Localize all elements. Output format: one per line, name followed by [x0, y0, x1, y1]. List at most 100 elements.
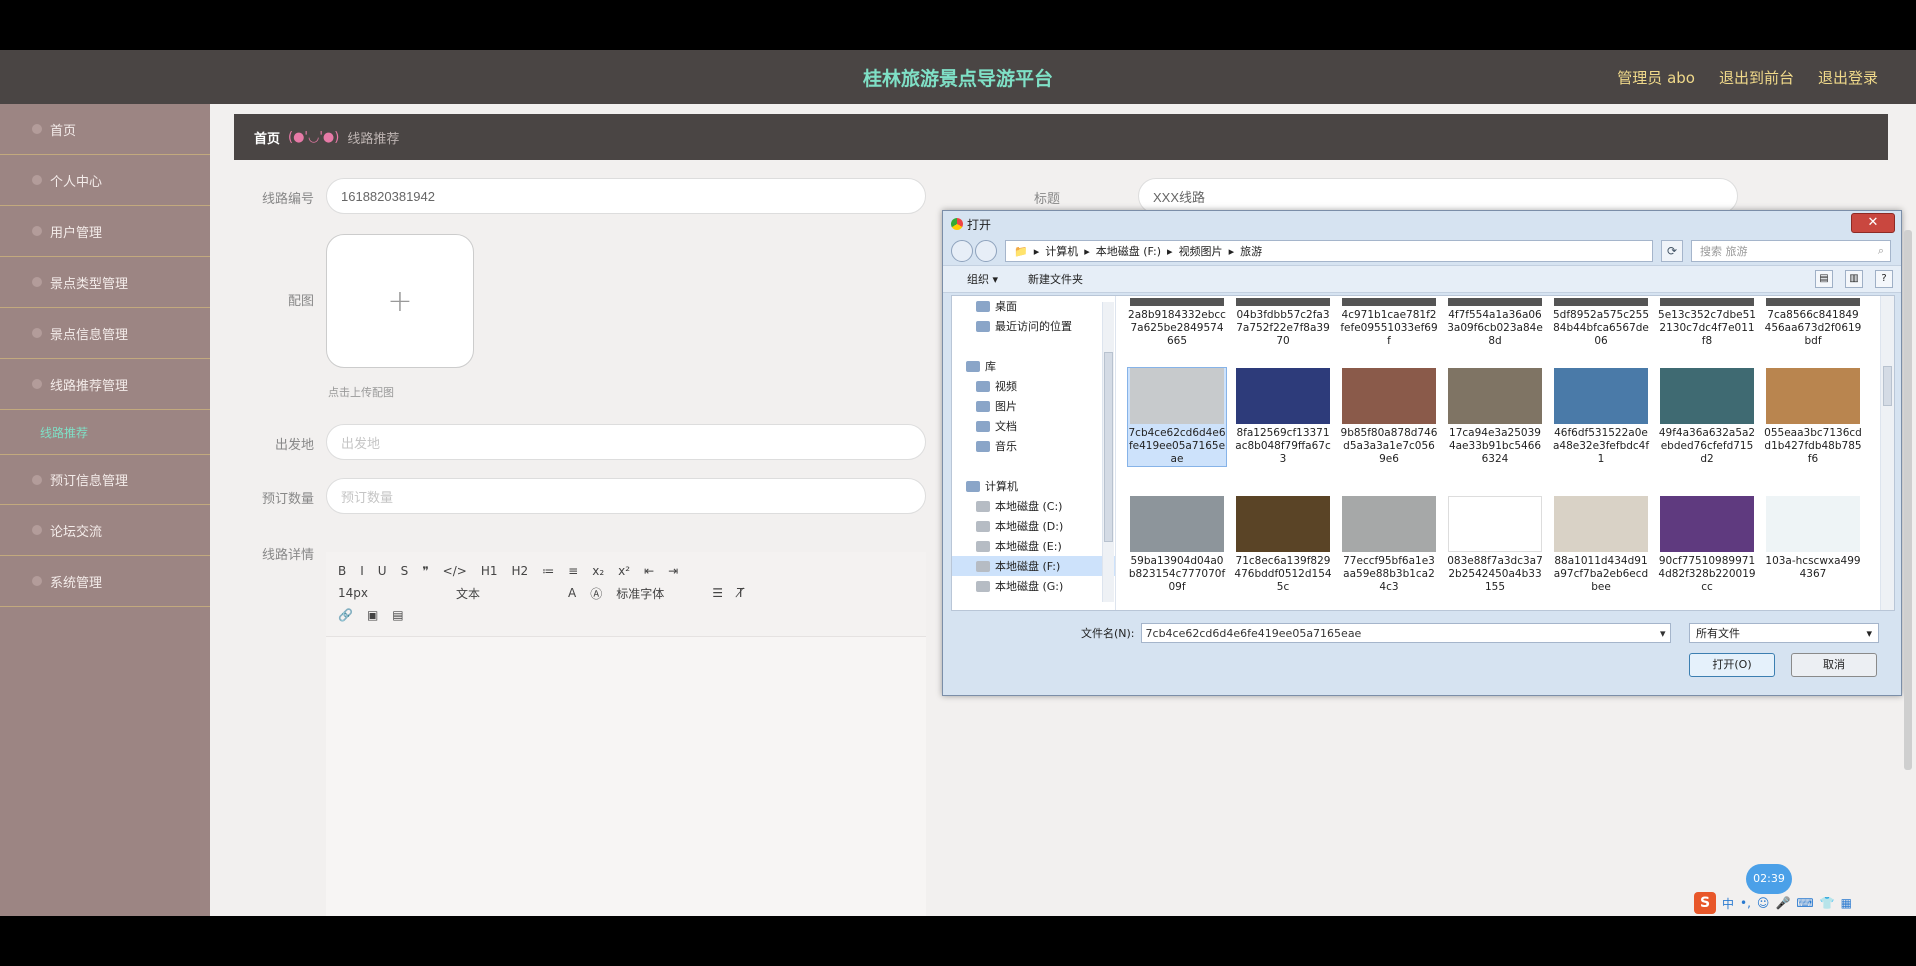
open-button[interactable]: 打开(O) [1689, 653, 1775, 677]
editor-tool-icon[interactable]: ⇤ [644, 564, 654, 578]
sidebar-item-profile[interactable]: 个人中心 [0, 155, 210, 206]
chevron-down-icon[interactable]: ▾ [1660, 627, 1666, 640]
punctuation-icon[interactable]: •, [1740, 896, 1751, 910]
path-segment[interactable]: 视频图片 [1179, 243, 1223, 259]
file-thumbnail[interactable]: 46f6df531522a0ea48e32e3fefbdc4f1 [1552, 368, 1650, 466]
file-thumbnail[interactable]: 7cb4ce62cd6d4e6fe419ee05a7165eae [1127, 367, 1227, 467]
tree-scrollbar[interactable] [1102, 302, 1114, 602]
file-thumbnail[interactable]: 8fa12569cf13371ac8b048f79ffa67c3 [1234, 368, 1332, 466]
sidebar-item-spot-types[interactable]: 景点类型管理 [0, 257, 210, 308]
file-thumbnail[interactable]: 9b85f80a878d746d5a3a3a1e7c0569e6 [1340, 368, 1438, 466]
editor-tool-icon[interactable]: H1 [481, 564, 498, 578]
preview-pane-icon[interactable]: ▥ [1845, 270, 1863, 288]
file-thumbnail[interactable]: 4c971b1cae781f2fefe09551033ef69f [1340, 298, 1438, 348]
sogou-logo-icon[interactable]: S [1694, 892, 1716, 914]
text-color-icon[interactable]: A [568, 586, 576, 600]
view-mode-icon[interactable]: ▤ [1815, 270, 1833, 288]
file-thumbnail[interactable]: 103a-hcscwxa4994367 [1764, 496, 1862, 581]
files-scrollbar[interactable] [1880, 296, 1894, 610]
path-arrow-icon[interactable]: ▸ [1229, 245, 1235, 258]
path-segment[interactable]: 本地磁盘 (F:) [1096, 243, 1161, 259]
tree-item[interactable]: 库 [952, 356, 1115, 376]
tree-item[interactable]: 本地磁盘 (G:) [952, 576, 1115, 596]
toolbox-icon[interactable]: ▦ [1841, 896, 1852, 910]
organize-menu[interactable]: 组织 ▾ [967, 271, 998, 287]
route-no-input[interactable]: 1618820381942 [326, 178, 926, 214]
file-thumbnail[interactable]: 2a8b9184332ebcc7a625be2849574665 [1128, 298, 1226, 348]
keyboard-icon[interactable]: ⌨ [1796, 896, 1813, 910]
tree-item[interactable]: 音乐 [952, 436, 1115, 456]
file-thumbnail[interactable]: 083e88f7a3dc3a72b2542450a4b33155 [1446, 496, 1544, 594]
block-type-select[interactable]: 文本 [456, 585, 480, 602]
tree-item[interactable]: 本地磁盘 (D:) [952, 516, 1115, 536]
file-thumbnail[interactable]: 88a1011d434d91a97cf7ba2eb6ecdbee [1552, 496, 1650, 594]
tree-item[interactable]: 计算机 [952, 476, 1115, 496]
editor-tool-icon[interactable]: ≡ [568, 564, 578, 578]
file-thumbnail[interactable]: 04b3fdbb57c2fa37a752f22e7f8a3970 [1234, 298, 1332, 348]
tree-item[interactable]: 视频 [952, 376, 1115, 396]
path-arrow-icon[interactable]: ▸ [1034, 245, 1040, 258]
filetype-select[interactable]: 所有文件 ▾ [1689, 623, 1879, 643]
tree-item[interactable]: 文档 [952, 416, 1115, 436]
quantity-input[interactable]: 预订数量 [326, 478, 926, 514]
sidebar-item-spot-info[interactable]: 景点信息管理 [0, 308, 210, 359]
sidebar-item-system[interactable]: 系统管理 [0, 556, 210, 607]
background-color-icon[interactable]: Ⓐ [590, 585, 602, 602]
skin-icon[interactable]: 👕 [1820, 896, 1835, 910]
refresh-button[interactable]: ⟳ [1661, 240, 1683, 262]
editor-insert-icon[interactable]: ▤ [392, 608, 403, 622]
exit-to-front-link[interactable]: 退出到前台 [1719, 67, 1794, 88]
sidebar-item-forum[interactable]: 论坛交流 [0, 505, 210, 556]
cancel-button[interactable]: 取消 [1791, 653, 1877, 677]
editor-insert-icon[interactable]: ▣ [367, 608, 378, 622]
departure-input[interactable]: 出发地 [326, 424, 926, 460]
sidebar-item-bookings[interactable]: 预订信息管理 [0, 454, 210, 505]
title-input[interactable]: XXX线路 [1138, 178, 1738, 214]
path-arrow-icon[interactable]: ▸ [1084, 245, 1090, 258]
file-thumbnail[interactable]: 4f7f554a1a36a063a09f6cb023a84e8d [1446, 298, 1544, 348]
path-segment[interactable]: 计算机 [1045, 243, 1078, 259]
tree-item[interactable]: 本地磁盘 (C:) [952, 496, 1115, 516]
file-thumbnail[interactable]: 59ba13904d04a0b823154c777070f09f [1128, 496, 1226, 594]
cover-upload-box[interactable]: + [326, 234, 474, 368]
font-family-select[interactable]: 标准字体 [616, 585, 664, 602]
close-button[interactable]: ✕ [1851, 213, 1895, 233]
breadcrumb-home[interactable]: 首页 [254, 128, 280, 147]
editor-insert-icon[interactable]: 🔗 [338, 608, 353, 622]
dialog-search-input[interactable]: 搜索 旅游 ⌕ [1691, 240, 1891, 262]
ime-mode-label[interactable]: 中 [1722, 895, 1734, 912]
tree-item[interactable]: 图片 [952, 396, 1115, 416]
file-thumbnail[interactable]: 17ca94e3a250394ae33b91bc54666324 [1446, 368, 1544, 466]
font-size-select[interactable]: 14px [338, 586, 368, 600]
tree-item[interactable]: 最近访问的位置 [952, 316, 1115, 336]
tree-item[interactable]: 本地磁盘 (E:) [952, 536, 1115, 556]
editor-tool-icon[interactable]: I [360, 564, 364, 578]
editor-tool-icon[interactable]: x² [618, 564, 630, 578]
file-thumbnail[interactable]: 5df8952a575c25584b44bfca6567de06 [1552, 298, 1650, 348]
file-thumbnail[interactable]: 71c8ec6a139f829476bddf0512d1545c [1234, 496, 1332, 594]
editor-tool-icon[interactable]: U [378, 564, 387, 578]
file-thumbnail[interactable]: 77eccf95bf6a1e3aa59e88b3b1ca24c3 [1340, 496, 1438, 594]
editor-tool-icon[interactable]: </> [443, 564, 467, 578]
new-folder-button[interactable]: 新建文件夹 [1028, 271, 1083, 287]
align-icon[interactable]: ☰ [712, 586, 723, 600]
help-icon[interactable]: ? [1875, 270, 1893, 288]
file-thumbnail[interactable]: 49f4a36a632a5a2ebded76cfefd715d2 [1658, 368, 1756, 466]
path-segment[interactable]: 旅游 [1240, 243, 1262, 259]
forward-button[interactable] [975, 240, 997, 262]
tree-item[interactable]: 桌面 [952, 296, 1115, 316]
page-scrollbar[interactable] [1904, 230, 1912, 770]
sidebar-item-route-recommend[interactable]: 线路推荐管理 [0, 359, 210, 410]
file-thumbnail[interactable]: 5e13c352c7dbe512130c7dc4f7e011f8 [1658, 298, 1756, 348]
back-button[interactable] [951, 240, 973, 262]
editor-tool-icon[interactable]: ≔ [542, 564, 554, 578]
editor-tool-icon[interactable]: H2 [512, 564, 529, 578]
editor-tool-icon[interactable]: S [401, 564, 409, 578]
editor-tool-icon[interactable]: ⇥ [668, 564, 678, 578]
path-arrow-icon[interactable]: ▸ [1167, 245, 1173, 258]
file-thumbnail[interactable]: 90cf775109899714d82f328b220019cc [1658, 496, 1756, 594]
microphone-icon[interactable]: 🎤 [1775, 896, 1790, 910]
sidebar-subitem-route[interactable]: 线路推荐 [0, 410, 210, 454]
sidebar-item-home[interactable]: 首页 [0, 104, 210, 155]
file-thumbnail[interactable]: 055eaa3bc7136cdd1b427fdb48b785f6 [1764, 368, 1862, 466]
